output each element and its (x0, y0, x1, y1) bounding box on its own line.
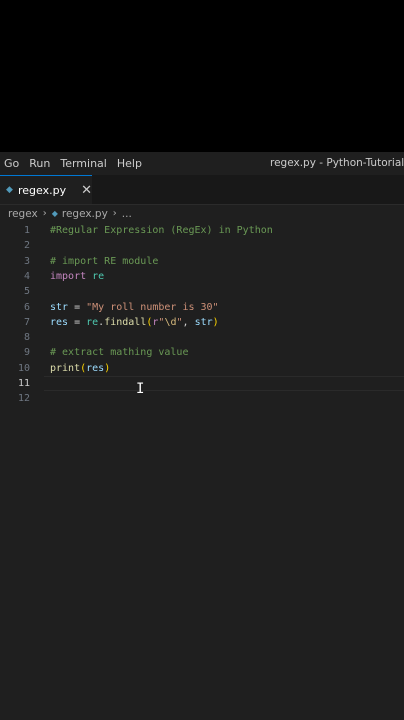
code-token: ) (212, 316, 219, 328)
code-token: str (194, 316, 213, 328)
code-line[interactable]: 1 #Regular Expression (RegEx) in Python (0, 223, 404, 238)
code-token: findall (104, 316, 147, 328)
code-text: #Regular Expression (RegEx) in Python (50, 223, 273, 238)
code-token: , (182, 316, 195, 328)
code-line[interactable]: 3 # import RE module (0, 254, 404, 269)
code-line[interactable]: 9 # extract mathing value (0, 345, 404, 360)
code-line[interactable]: 4 import re (0, 269, 404, 284)
code-line[interactable]: 11 (0, 376, 404, 391)
line-number: 7 (23, 316, 30, 328)
line-number: 3 (23, 255, 30, 267)
line-number: 8 (23, 332, 30, 344)
code-token: # extract mathing value (50, 347, 189, 359)
line-number: 1 (23, 225, 30, 236)
code-token: = (68, 301, 87, 313)
code-line[interactable]: 12 (0, 391, 404, 406)
code-text: # import RE module (50, 254, 158, 269)
code-line[interactable]: 5 (0, 284, 404, 299)
code-text: print(res) (50, 361, 110, 376)
line-number: 9 (23, 347, 30, 359)
code-editor[interactable]: 1 #Regular Expression (RegEx) in Python 2 3… (0, 222, 404, 720)
menu-run[interactable]: Run (26, 157, 57, 170)
code-token: re (86, 316, 99, 328)
code-text: # extract mathing value (50, 345, 188, 360)
menu-terminal[interactable]: Terminal (57, 157, 114, 170)
text-cursor-icon: I (136, 381, 145, 397)
code-token: = (68, 316, 87, 328)
code-text: str = "My roll number is 30" (50, 300, 219, 315)
code-text: import re (50, 269, 104, 284)
code-line[interactable]: 2 (0, 238, 404, 253)
editor-tab-bar: ◆ regex.py ✕ (0, 175, 404, 205)
breadcrumb-folder[interactable]: regex (8, 208, 38, 220)
code-token: print (50, 362, 81, 374)
code-token: ) (104, 362, 111, 374)
code-token: \d (164, 316, 177, 328)
python-file-icon: ◆ (51, 209, 58, 218)
code-token: #Regular Expression (RegEx) in Python (50, 225, 273, 236)
code-token: str (50, 301, 69, 313)
breadcrumb: regex › ◆ regex.py › ... (0, 205, 404, 222)
chevron-right-icon: › (112, 208, 117, 219)
code-token: import (50, 270, 87, 282)
line-number: 4 (23, 270, 30, 282)
video-letterbox-top (0, 0, 404, 152)
breadcrumb-symbols[interactable]: ... (122, 208, 132, 220)
close-icon[interactable]: ✕ (81, 183, 92, 198)
code-token: # import RE module (50, 255, 159, 267)
code-line[interactable]: 8 (0, 330, 404, 345)
line-number: 12 (17, 393, 30, 405)
menu-bar: Go Run Terminal Help regex.py - Python-T… (0, 152, 404, 175)
tab-regex-py[interactable]: ◆ regex.py ✕ (0, 175, 92, 204)
code-line[interactable]: 7 res = re.findall(r"\d", str) (0, 315, 404, 330)
window-title: regex.py - Python-Tutorial - Vis (270, 157, 404, 169)
line-number: 11 (17, 378, 30, 389)
menu-help[interactable]: Help (114, 157, 149, 170)
line-number: 10 (17, 362, 30, 374)
code-line[interactable]: 10 print(res) (0, 361, 404, 376)
tab-label: regex.py (17, 183, 67, 197)
code-token: res (50, 316, 69, 328)
code-token: re (92, 270, 105, 282)
code-token: res (86, 362, 105, 374)
code-line[interactable]: 6 str = "My roll number is 30" (0, 300, 404, 315)
line-number: 6 (23, 301, 30, 313)
chevron-right-icon: › (42, 208, 47, 219)
code-token: "My roll number is 30" (86, 301, 219, 313)
menu-go[interactable]: Go (0, 157, 26, 170)
python-file-icon: ◆ (6, 184, 13, 195)
code-text: res = re.findall(r"\d", str) (50, 315, 219, 330)
breadcrumb-file[interactable]: regex.py (62, 208, 108, 220)
line-number: 5 (23, 286, 30, 298)
line-number: 2 (23, 240, 30, 252)
